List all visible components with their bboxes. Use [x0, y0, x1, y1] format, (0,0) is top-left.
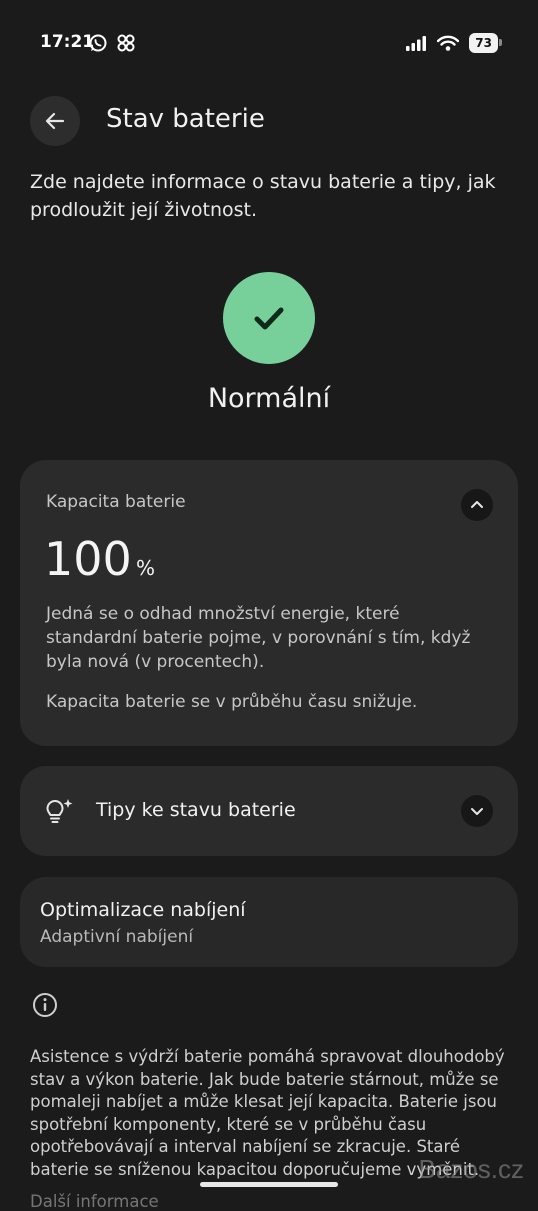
- collapse-capacity-button[interactable]: [461, 489, 493, 521]
- battery-level: 73: [475, 36, 492, 50]
- checkmark-icon: [254, 307, 284, 330]
- capacity-value: 100: [44, 532, 132, 586]
- watermark: Bazos.cz: [418, 1154, 525, 1184]
- charging-optimization-item[interactable]: Optimalizace nabíjení Adaptivní nabíjení: [20, 877, 518, 967]
- page-title: Stav baterie: [106, 104, 265, 134]
- capacity-unit: %: [136, 556, 156, 580]
- tips-label: Tipy ke stavu baterie: [96, 799, 296, 821]
- capacity-label: Kapacita baterie: [46, 492, 186, 512]
- cellular-signal-icon: [406, 36, 427, 51]
- status-label: Normální: [207, 383, 331, 414]
- whatsapp-icon: [89, 34, 107, 52]
- status-circle: [223, 272, 315, 364]
- tips-card[interactable]: Tipy ke stavu baterie: [20, 766, 518, 856]
- chevron-up-icon: [471, 501, 483, 508]
- wifi-icon: [437, 35, 460, 51]
- home-indicator[interactable]: [200, 1182, 338, 1187]
- pinwheel-icon: [117, 34, 135, 52]
- capacity-description: Jedná se o odhad množství energie, které…: [46, 604, 471, 672]
- lightbulb-sparkle-icon: [46, 799, 73, 823]
- intro-text: Zde najdete informace o stavu baterie a …: [30, 171, 496, 221]
- battery-indicator: 73: [469, 33, 502, 53]
- capacity-note: Kapacita baterie se v průběhu času snižu…: [46, 692, 418, 712]
- expand-tips-button[interactable]: [461, 795, 493, 827]
- back-button[interactable]: [30, 96, 80, 146]
- status-time: 17:21: [40, 32, 95, 52]
- charging-optimization-subtitle: Adaptivní nabíjení: [40, 927, 194, 947]
- status-bar: 17:21 73: [0, 0, 538, 84]
- info-icon: [33, 993, 57, 1017]
- chevron-down-icon: [471, 808, 483, 815]
- status-icons: 73: [405, 32, 502, 54]
- charging-optimization-title: Optimalizace nabíjení: [40, 899, 246, 921]
- capacity-card: Kapacita baterie 100 % Jedná se o odhad …: [20, 460, 518, 746]
- arrow-left-icon: [45, 112, 65, 130]
- info-text-more: Další informace: [30, 1192, 159, 1211]
